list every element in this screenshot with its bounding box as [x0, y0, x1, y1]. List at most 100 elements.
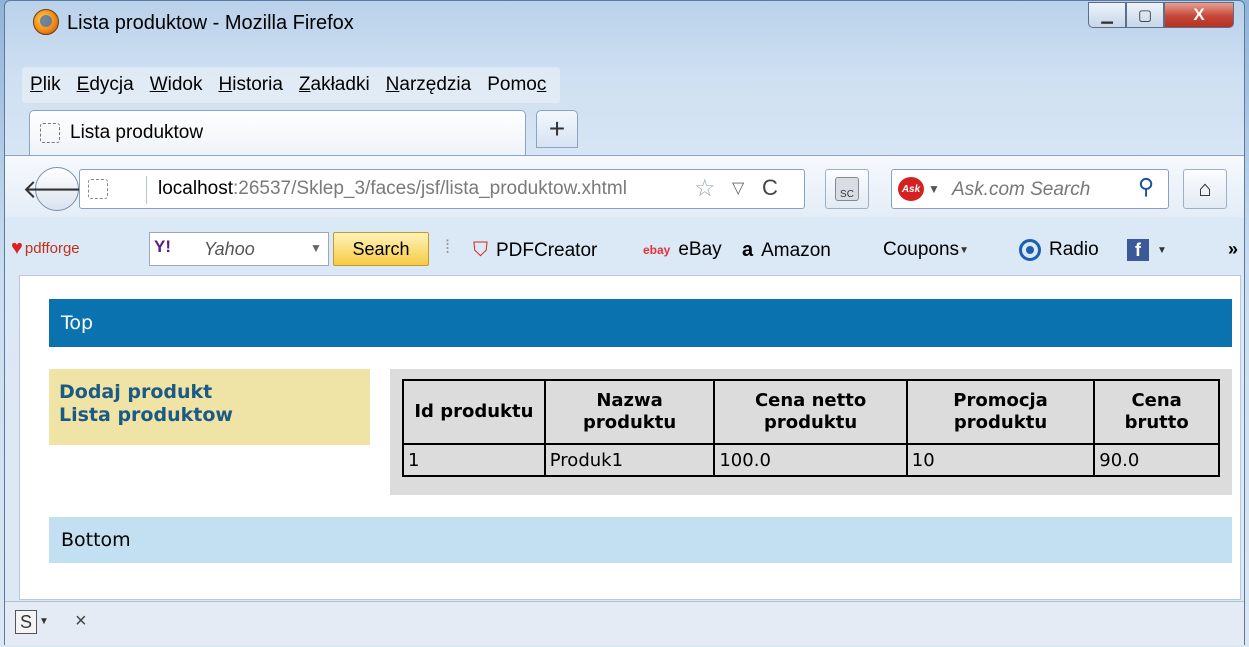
- pdf-icon: ⛉: [473, 239, 488, 261]
- menu-plik-label: lik: [42, 74, 61, 95]
- page-viewport: Top Dodaj produkt Lista produktow Id pro…: [19, 275, 1241, 600]
- table-header-row: Id produktu Nazwa produktu Cena netto pr…: [402, 379, 1220, 445]
- menu-zakladki-mnemonic: Z: [298, 74, 311, 95]
- ebay-icon: ebay: [643, 243, 671, 257]
- radio-icon: [1019, 239, 1041, 261]
- products-table: Id produktu Nazwa produktu Cena netto pr…: [402, 379, 1220, 477]
- column-header-nazwa: Nazwa produktu: [543, 379, 716, 445]
- yahoo-search-button[interactable]: Search: [333, 232, 429, 266]
- table-row: 1 Produk1 100.0 10 90.0: [402, 443, 1220, 477]
- menu-historia-mnemonic: H: [218, 74, 233, 95]
- bookmark-coupons[interactable]: Coupons ▼: [883, 239, 969, 261]
- menu-edycja[interactable]: Edycja: [69, 74, 142, 96]
- column-header-id: Id produktu: [402, 379, 546, 445]
- coupons-dropdown-icon: ▼: [959, 244, 969, 256]
- menu-widok[interactable]: Widok: [142, 74, 211, 96]
- minimize-button[interactable]: ▁: [1088, 2, 1126, 28]
- menu-zakladki-label: akładki: [310, 74, 370, 95]
- cell-cena-netto: 100.0: [713, 443, 908, 477]
- menu-edycja-mnemonic: E: [76, 74, 90, 95]
- menu-plik-mnemonic: P: [30, 74, 43, 95]
- yahoo-search-input[interactable]: Y! Yahoo ▼: [149, 232, 329, 266]
- facebook-button[interactable]: f ▼: [1127, 239, 1167, 261]
- left-menu: Dodaj produkt Lista produktow: [49, 369, 370, 445]
- search-icon[interactable]: ⚲: [1138, 174, 1154, 200]
- yahoo-logo-icon: Y!: [154, 237, 171, 256]
- window-controls: ▁ ▢ X: [1088, 2, 1234, 28]
- products-panel: Id produktu Nazwa produktu Cena netto pr…: [390, 369, 1232, 495]
- menu-widok-label: idok: [167, 74, 203, 95]
- link-dodaj-produkt[interactable]: Dodaj produkt: [59, 381, 360, 404]
- bookmark-radio[interactable]: Radio: [1019, 239, 1099, 261]
- site-identity-icon[interactable]: [88, 179, 108, 199]
- menu-pomoc[interactable]: Pomoc: [479, 74, 554, 96]
- pdfforge-label: pdfforge: [24, 240, 80, 257]
- amazon-icon: a: [742, 239, 754, 261]
- menu-narzedzia-mnemonic: N: [385, 74, 400, 95]
- menu-historia[interactable]: Historia: [210, 74, 290, 96]
- column-header-promocja: Promocja produktu: [905, 379, 1096, 445]
- search-box[interactable]: Ask ▼ Ask.com Search ⚲: [891, 169, 1169, 209]
- bookmark-pdfcreator[interactable]: ⛉ PDFCreator: [473, 239, 597, 262]
- ask-logo-icon[interactable]: Ask: [898, 177, 924, 201]
- column-header-cena-brutto: Cena brutto: [1093, 379, 1220, 445]
- s-addon-dropdown-icon[interactable]: ▼: [39, 616, 49, 627]
- cell-promocja: 10: [905, 443, 1096, 477]
- toolbar-grip-icon[interactable]: ⁞: [445, 237, 450, 258]
- yahoo-dropdown-icon[interactable]: ▼: [310, 241, 322, 255]
- tab-lista-produktow[interactable]: Lista produktow: [29, 110, 526, 155]
- url-text[interactable]: localhost:26537/Sklep_3/faces/jsf/lista_…: [158, 178, 690, 200]
- link-lista-produktow[interactable]: Lista produktow: [59, 404, 360, 427]
- title-bar: Lista produktow - Mozilla Firefox ▁ ▢ X: [5, 1, 1244, 47]
- close-addon-bar-icon[interactable]: ×: [75, 610, 87, 633]
- s-addon-icon[interactable]: S: [15, 610, 37, 634]
- menu-narzedzia[interactable]: Narzędzia: [378, 74, 480, 96]
- menu-widok-mnemonic: W: [149, 74, 168, 95]
- bookmark-radio-label: Radio: [1049, 239, 1099, 260]
- bookmark-ebay-label: eBay: [678, 239, 722, 260]
- menu-bar: Plik Edycja Widok Historia Zakładki Narz…: [22, 67, 561, 103]
- search-placeholder: Ask.com Search: [952, 179, 1091, 200]
- bookmark-coupons-label: Coupons: [883, 239, 960, 260]
- firefox-logo-icon: [33, 9, 59, 35]
- addon-bar: S ▼ ×: [5, 601, 1244, 645]
- menu-historia-label: istoria: [232, 74, 283, 95]
- url-bar[interactable]: localhost:26537/Sklep_3/faces/jsf/lista_…: [79, 169, 805, 209]
- bookmark-amazon-label: Amazon: [761, 239, 831, 261]
- firefox-window: Lista produktow - Mozilla Firefox ▁ ▢ X …: [4, 0, 1245, 645]
- close-button[interactable]: X: [1164, 2, 1234, 28]
- url-separator: [146, 176, 147, 204]
- menu-edycja-label: dycja: [89, 74, 134, 95]
- pdfforge-toolbar-logo[interactable]: ♥ pdfforge: [11, 237, 80, 260]
- page-footer: Bottom: [49, 517, 1232, 563]
- menu-zakladki[interactable]: Zakładki: [291, 74, 378, 96]
- menu-pomoc-mnemonic: c: [536, 74, 547, 95]
- toolbar-overflow-chevron[interactable]: »: [1228, 239, 1238, 260]
- new-tab-button[interactable]: +: [536, 110, 578, 148]
- menu-narzedzia-label: arzędzia: [399, 74, 472, 95]
- history-dropdown-icon[interactable]: ▽: [732, 178, 744, 198]
- sc-addon-icon: SC: [835, 177, 859, 201]
- bookmark-amazon[interactable]: a Amazon: [742, 239, 831, 262]
- menu-pomoc-label: Pomo: [487, 74, 537, 95]
- cell-nazwa: Produk1: [543, 443, 716, 477]
- bookmark-ebay[interactable]: ebay eBay: [643, 239, 722, 261]
- search-engine-dropdown-icon[interactable]: ▼: [928, 182, 940, 196]
- maximize-button[interactable]: ▢: [1126, 2, 1164, 28]
- sc-addon-button[interactable]: SC: [825, 169, 869, 209]
- home-button[interactable]: ⌂: [1183, 169, 1227, 209]
- back-button[interactable]: 🡐: [22, 167, 92, 211]
- facebook-icon: f: [1127, 239, 1149, 261]
- cell-id: 1: [402, 443, 546, 477]
- tab-label: Lista produktow: [70, 122, 204, 143]
- reload-icon[interactable]: C: [762, 175, 778, 201]
- page-header: Top: [49, 299, 1232, 347]
- bookmark-pdfcreator-label: PDFCreator: [496, 239, 598, 261]
- pdfforge-heart-icon: ♥: [11, 237, 23, 259]
- bookmark-star-icon[interactable]: ☆: [694, 174, 716, 203]
- menu-plik[interactable]: Plik: [22, 74, 69, 96]
- window-title: Lista produktow - Mozilla Firefox: [67, 12, 354, 34]
- facebook-dropdown-icon: ▼: [1157, 244, 1167, 256]
- yahoo-placeholder: Yahoo: [204, 239, 255, 259]
- column-header-cena-netto: Cena netto produktu: [713, 379, 908, 445]
